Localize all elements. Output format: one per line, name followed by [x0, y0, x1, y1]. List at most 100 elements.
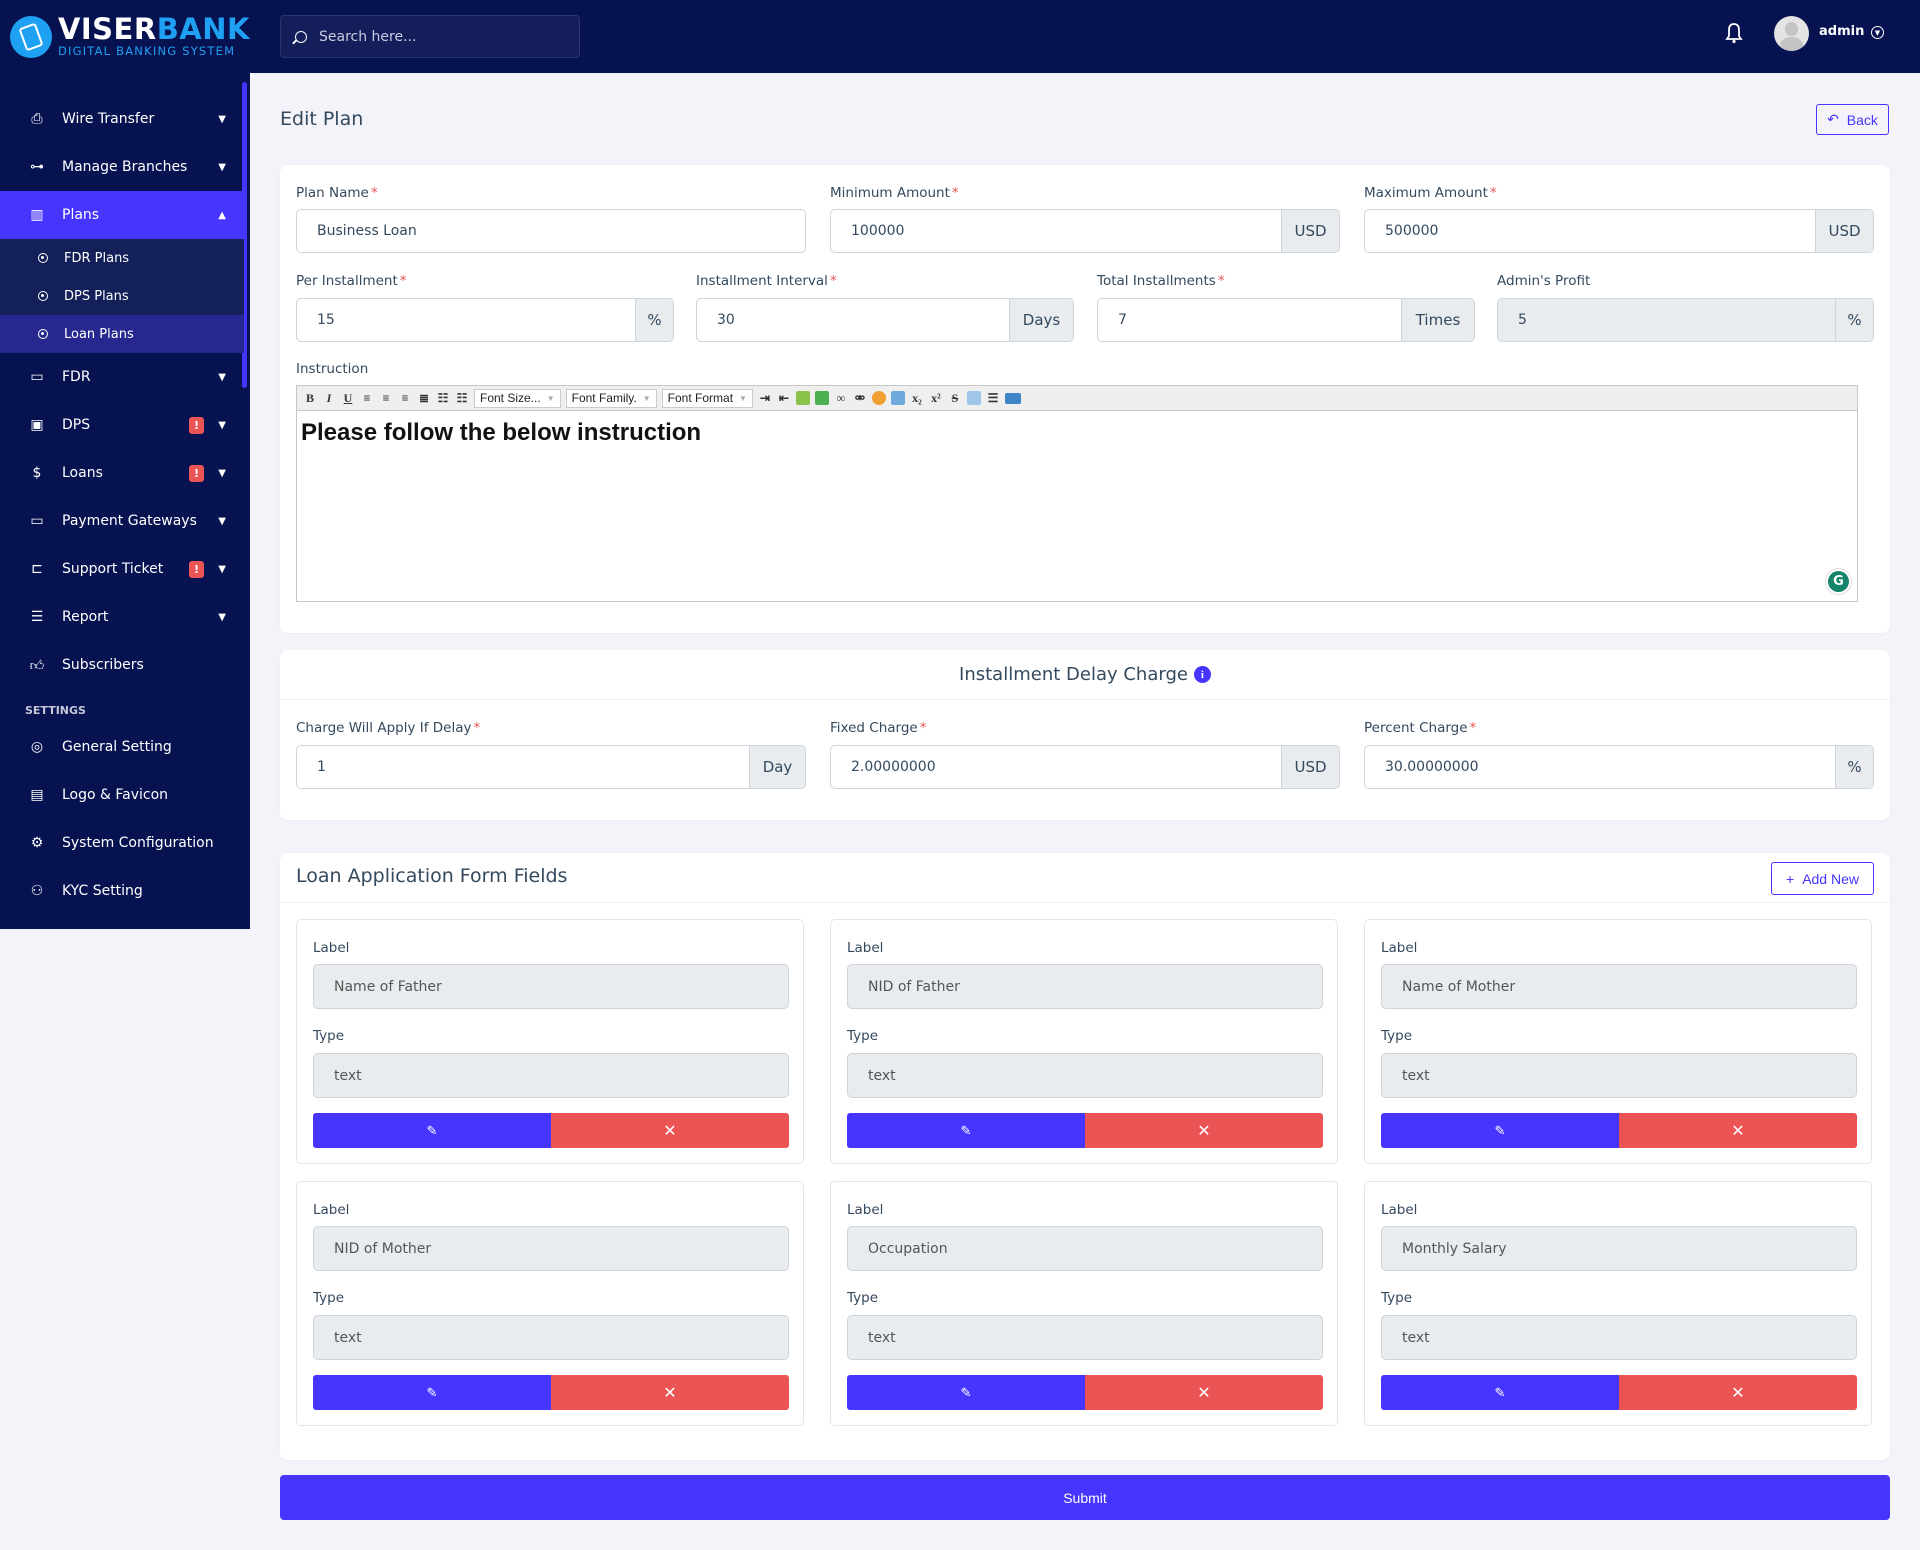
sidebar-item-label: Support Ticket [62, 561, 164, 577]
plan-name-field[interactable]: Business Loan [296, 209, 806, 253]
chevron-down-icon: ▼ [218, 371, 226, 383]
total-installments-field[interactable]: 7 Times [1097, 298, 1475, 342]
alert-badge: ! [189, 464, 204, 482]
sidebar-item-payment-gateways[interactable]: ▭ Payment Gateways ▼ [0, 497, 244, 545]
settings-section-title: SETTINGS [25, 704, 86, 717]
sidebar-item-wire-transfer[interactable]: ⎙ Wire Transfer ▼ [0, 95, 244, 143]
required-mark: * [370, 185, 378, 201]
sidebar-item-loans[interactable]: $ Loans ! ▼ [0, 449, 244, 497]
chevron-down-circle-icon[interactable]: ▼ [1871, 26, 1884, 39]
italic-icon[interactable]: I [322, 391, 336, 406]
edit-field-button[interactable]: ✎ [313, 1113, 551, 1148]
avatar[interactable] [1774, 16, 1809, 51]
strikethrough-icon[interactable]: S [948, 391, 962, 406]
sidebar-item-report[interactable]: ☰ Report ▼ [0, 593, 244, 641]
fixed-charge-value[interactable]: 2.00000000 [831, 746, 1281, 788]
field-label-caption: Label [1381, 940, 1418, 956]
delete-field-button[interactable]: ✕ [551, 1375, 789, 1410]
add-new-button[interactable]: + Add New [1771, 862, 1874, 895]
bell-icon[interactable] [1725, 22, 1743, 44]
upload-image-icon[interactable] [814, 391, 829, 405]
charge-delay-field[interactable]: 1 Day [296, 745, 806, 789]
sidebar-subitem-loan-plans[interactable]: Loan Plans [0, 315, 244, 353]
edit-field-button[interactable]: ✎ [313, 1375, 551, 1410]
sidebar-item-manage-branches[interactable]: ⊶ Manage Branches ▼ [0, 143, 244, 191]
align-justify-icon[interactable]: ≣ [417, 391, 431, 406]
ticket-icon: ⊏ [31, 561, 43, 577]
edit-field-button[interactable]: ✎ [1381, 1375, 1619, 1410]
currency-addon: USD [1815, 210, 1873, 252]
font-size-select[interactable]: Font Size... ▼ [474, 388, 561, 408]
total-installments-value[interactable]: 7 [1098, 299, 1401, 341]
delay-charge-header: Installment Delay Charge i [280, 650, 1890, 700]
per-installment-field[interactable]: 15 % [296, 298, 674, 342]
label-text: Percent Charge [1364, 720, 1468, 736]
font-family-select[interactable]: Font Family. ▼ [565, 388, 657, 408]
search-input[interactable]: Search here... [280, 15, 580, 58]
sidebar-subitem-fdr-plans[interactable]: FDR Plans [0, 239, 244, 277]
charge-delay-value[interactable]: 1 [297, 746, 749, 788]
percent-charge-field[interactable]: 30.00000000 % [1364, 745, 1874, 789]
grammarly-icon[interactable]: G [1825, 568, 1852, 595]
link-icon[interactable]: ∞ [834, 391, 848, 406]
delete-field-button[interactable]: ✕ [1085, 1375, 1323, 1410]
underline-icon[interactable]: U [341, 391, 355, 406]
align-left-icon[interactable]: ≡ [360, 391, 374, 406]
sidebar-item-general-setting[interactable]: ◎ General Setting [0, 723, 244, 771]
sidebar-item-kyc-setting[interactable]: ⚇ KYC Setting [0, 867, 244, 915]
delete-field-button[interactable]: ✕ [551, 1113, 789, 1148]
user-name[interactable]: admin [1819, 24, 1864, 39]
ordered-list-icon[interactable]: ☷ [436, 391, 450, 406]
delete-field-button[interactable]: ✕ [1619, 1375, 1857, 1410]
unordered-list-icon[interactable]: ☷ [455, 391, 469, 406]
delete-field-button[interactable]: ✕ [1619, 1113, 1857, 1148]
minimum-amount-value[interactable]: 100000 [831, 210, 1281, 252]
close-icon: ✕ [1731, 1384, 1745, 1402]
percent-charge-value[interactable]: 30.00000000 [1365, 746, 1835, 788]
font-format-select[interactable]: Font Format ▼ [661, 388, 753, 408]
minimum-amount-field[interactable]: 100000 USD [830, 209, 1340, 253]
align-center-icon[interactable]: ≡ [379, 391, 393, 406]
indent-icon[interactable]: ⇥ [758, 391, 772, 406]
day-addon: Day [749, 746, 805, 788]
subscript-icon[interactable]: x₂ [910, 391, 924, 406]
edit-field-button[interactable]: ✎ [1381, 1113, 1619, 1148]
instruction-editor[interactable]: B I U ≡ ≡ ≡ ≣ ☷ ☷ Font Size... ▼ Font Fam… [296, 385, 1858, 602]
edit-icon[interactable] [890, 391, 905, 405]
maximum-amount-value[interactable]: 500000 [1365, 210, 1815, 252]
installment-interval-value[interactable]: 30 [697, 299, 1009, 341]
installment-interval-field[interactable]: 30 Days [696, 298, 1074, 342]
superscript-icon[interactable]: x² [929, 391, 943, 406]
sidebar-item-support-ticket[interactable]: ⊏ Support Ticket ! ▼ [0, 545, 244, 593]
sidebar-item-dps[interactable]: ▣ DPS ! ▼ [0, 401, 244, 449]
plan-name-value[interactable]: Business Loan [297, 210, 805, 252]
edit-field-button[interactable]: ✎ [847, 1113, 1085, 1148]
align-right-icon[interactable]: ≡ [398, 391, 412, 406]
instruction-content[interactable]: Please follow the below instruction [297, 411, 1857, 455]
maximum-amount-field[interactable]: 500000 USD [1364, 209, 1874, 253]
info-icon[interactable]: i [1193, 666, 1211, 683]
horizontal-rule-icon[interactable]: ☰ [986, 391, 1000, 406]
sidebar-item-system-configuration[interactable]: ⚙ System Configuration [0, 819, 244, 867]
remove-format-icon[interactable] [966, 391, 981, 405]
fixed-charge-field[interactable]: 2.00000000 USD [830, 745, 1340, 789]
sidebar-subitem-dps-plans[interactable]: DPS Plans [0, 277, 244, 315]
delete-field-button[interactable]: ✕ [1085, 1113, 1323, 1148]
back-button[interactable]: ↶ Back [1816, 104, 1889, 135]
html-icon[interactable] [1004, 392, 1021, 404]
outdent-icon[interactable]: ⇤ [777, 391, 791, 406]
unlink-icon[interactable]: ⚮ [853, 391, 867, 406]
insert-image-icon[interactable] [795, 391, 810, 405]
submit-button[interactable]: Submit [280, 1475, 1890, 1520]
sidebar-item-fdr[interactable]: ▭ FDR ▼ [0, 353, 244, 401]
label-text: Installment Interval [696, 273, 828, 289]
per-installment-value[interactable]: 15 [297, 299, 635, 341]
sidebar-item-plans[interactable]: ▥ Plans ▲ [0, 191, 244, 239]
edit-field-button[interactable]: ✎ [847, 1375, 1085, 1410]
color-palette-icon[interactable] [871, 391, 886, 405]
sidebar-item-subscribers[interactable]: 👍︎ Subscribers [0, 641, 244, 689]
logo[interactable]: VISERBANK DIGITAL BANKING SYSTEM [0, 0, 250, 73]
sidebar-item-logo-favicon[interactable]: ▤ Logo & Favicon [0, 771, 244, 819]
sidebar-item-label: Subscribers [62, 657, 144, 673]
bold-icon[interactable]: B [303, 391, 317, 406]
